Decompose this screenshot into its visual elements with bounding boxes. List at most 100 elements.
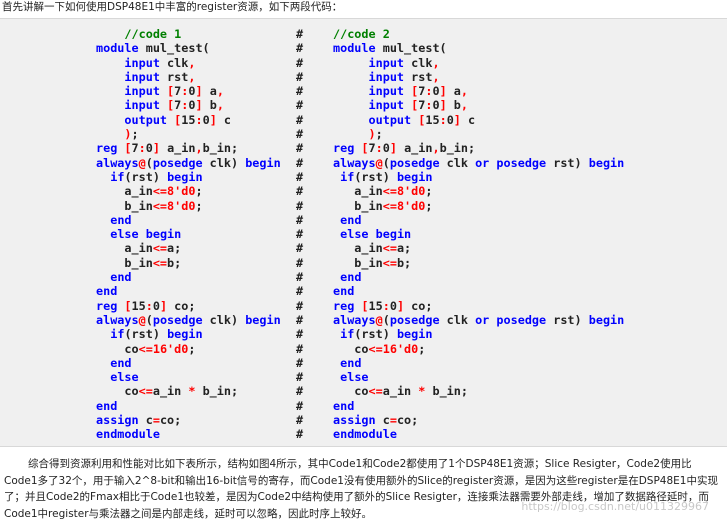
code-token: ; <box>375 127 383 142</box>
code-token: a <box>202 84 217 99</box>
code-line: module mul_test( <box>96 41 281 55</box>
code-token: assign <box>333 413 376 428</box>
code-token: <= <box>152 255 168 270</box>
code-token: (rst) <box>354 327 397 342</box>
code-line: end <box>96 356 281 370</box>
code-token: begin <box>167 169 203 184</box>
code-token: begin <box>145 227 182 242</box>
code-token: ] <box>159 298 168 313</box>
code-token: : <box>138 141 146 156</box>
hash-mark: # <box>296 198 304 213</box>
code-token: , <box>432 55 440 70</box>
code-token: a_in <box>159 141 196 156</box>
code-line: endmodule <box>333 427 624 441</box>
code-token: 15 <box>181 112 196 127</box>
code-token: (rst) <box>124 169 168 184</box>
code-token: clk <box>439 312 476 327</box>
code-line: b_in<=8'd0; <box>333 199 624 213</box>
code-token: ; <box>195 184 203 199</box>
hash-mark: # <box>296 141 304 156</box>
code-line: co<=a_in * b_in; <box>333 384 624 398</box>
code-line: input clk, <box>96 56 281 70</box>
code-token: ] <box>209 112 217 127</box>
hash-mark: # <box>296 184 304 199</box>
code-line: end <box>333 284 624 298</box>
hash-mark: # <box>296 84 304 99</box>
code-token: mul_test( <box>375 41 447 56</box>
code-token: b_in <box>96 198 153 213</box>
code-line: else <box>96 370 281 384</box>
code-token: begin <box>375 227 412 242</box>
code-token: reg <box>333 298 355 313</box>
code-token: input <box>368 98 405 113</box>
code-token: <= <box>368 341 383 356</box>
hash-mark: # <box>296 298 304 313</box>
code-token: , <box>216 98 224 113</box>
code-token: 8'd0 <box>396 184 426 199</box>
code-line: reg [15:0] co; <box>333 299 624 313</box>
code-token: posedge <box>152 155 203 170</box>
code-token: 7 <box>131 141 139 156</box>
code-token: posedge <box>496 312 547 327</box>
code-token: begin <box>588 155 625 170</box>
code-line: end <box>96 270 281 284</box>
code-token: b_in; <box>202 141 239 156</box>
code-token: input <box>124 55 160 70</box>
code-token: ] <box>389 141 397 156</box>
code-line: if(rst) begin <box>96 327 281 341</box>
code-token: ; <box>425 184 433 199</box>
code-token: begin <box>396 327 433 342</box>
code-token: ] <box>195 84 203 99</box>
code-token: begin <box>245 155 281 170</box>
hash-mark: # <box>296 169 304 184</box>
code-token: always <box>333 312 376 327</box>
hash-mark: # <box>296 398 304 413</box>
code-token: clk) <box>202 155 246 170</box>
hash-mark: # <box>296 227 304 242</box>
code-token: module <box>96 41 139 56</box>
code-token: b; <box>167 255 182 270</box>
code-token: mul_test( <box>138 41 210 56</box>
code-block: //code 1 module mul_test( input clk, inpu… <box>0 18 727 447</box>
code-token: 8'd0 <box>167 198 196 213</box>
code-token: , <box>195 141 203 156</box>
hash-mark: # <box>296 312 304 327</box>
code-token: or <box>475 155 490 170</box>
code-line: input [7:0] a, <box>96 84 281 98</box>
code-token: co; <box>404 298 433 313</box>
code-token: input <box>124 84 160 99</box>
code-line: reg [7:0] a_in,b_in; <box>333 141 624 155</box>
code-token: reg <box>96 298 118 313</box>
hash-mark: # <box>296 98 304 113</box>
code-token: 15 <box>368 298 383 313</box>
code-token: clk) <box>202 312 246 327</box>
code-token: else <box>340 227 369 242</box>
code-token: [ <box>124 141 132 156</box>
code-token: if <box>340 169 355 184</box>
code-line: else begin <box>333 227 624 241</box>
code-token: 0 <box>152 298 160 313</box>
code-token: posedge <box>152 312 203 327</box>
code-line: module mul_test( <box>333 41 624 55</box>
code-token: begin <box>245 312 281 327</box>
code-token: input <box>368 84 405 99</box>
code-token: , <box>432 141 440 156</box>
code-token: b <box>446 98 461 113</box>
hash-mark: # <box>296 427 304 442</box>
hash-mark: # <box>296 127 304 142</box>
code-token: end <box>110 270 132 285</box>
code-line: reg [15:0] co; <box>96 299 281 313</box>
code-token: end <box>340 355 362 370</box>
code-token: : <box>195 112 203 127</box>
hash-mark: # <box>296 413 304 428</box>
code-token: reg <box>96 141 118 156</box>
code-token: else <box>110 370 139 385</box>
